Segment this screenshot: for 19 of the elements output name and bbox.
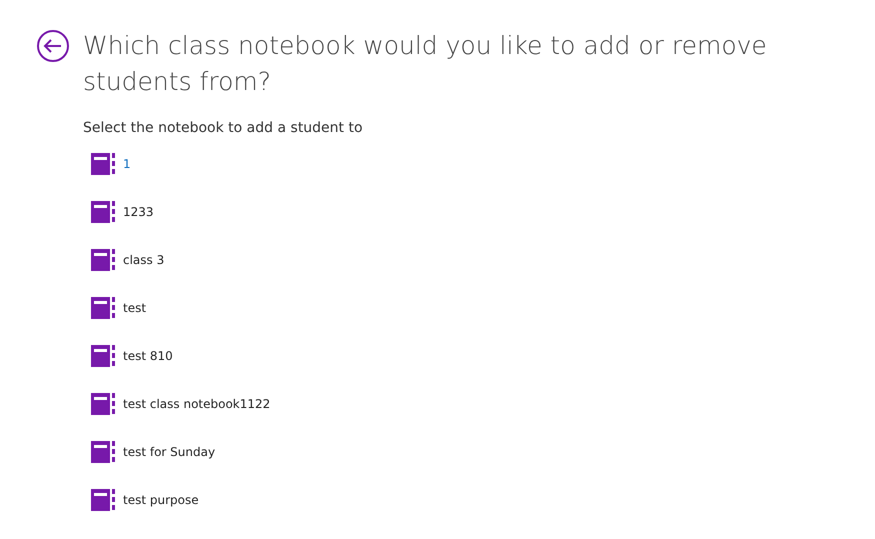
notebook-item[interactable]: test for Sunday xyxy=(91,440,216,464)
notebook-icon xyxy=(91,248,115,272)
notebook-item[interactable]: 1 xyxy=(91,152,131,176)
notebook-item[interactable]: test 810 xyxy=(91,344,173,368)
notebook-icon xyxy=(91,296,115,320)
notebook-icon xyxy=(91,152,115,176)
notebook-item[interactable]: test class notebook1122 xyxy=(91,392,270,416)
page-heading: Which class notebook would you like to add or remove students from? xyxy=(83,30,768,98)
notebook-icon xyxy=(91,392,115,416)
back-button[interactable] xyxy=(36,29,70,63)
notebook-item[interactable]: test xyxy=(91,296,146,320)
notebook-icon xyxy=(91,200,115,224)
notebook-icon xyxy=(91,440,115,464)
notebook-item[interactable]: class 3 xyxy=(91,248,164,272)
instruction-text: Select the notebook to add a student to xyxy=(83,120,364,136)
notebook-icon xyxy=(91,488,115,512)
notebook-item[interactable]: test purpose xyxy=(91,488,199,512)
notebook-item[interactable]: 1233 xyxy=(91,200,154,224)
notebook-icon xyxy=(91,344,115,368)
